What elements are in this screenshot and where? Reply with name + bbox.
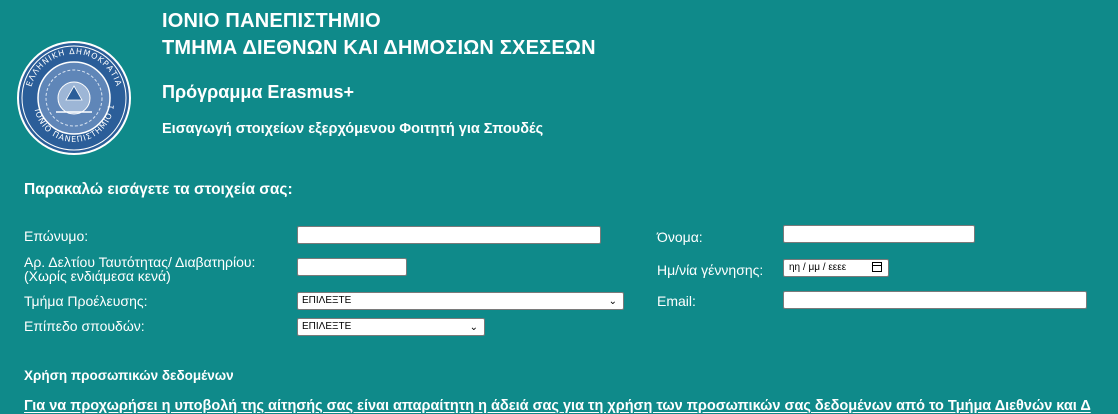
form-intro: Παρακαλώ εισάγετε τα στοιχεία σας:	[24, 181, 293, 198]
name-input[interactable]	[783, 225, 975, 243]
program-title: Πρόγραμμα Erasmus+	[162, 82, 354, 102]
email-input[interactable]	[783, 291, 1087, 309]
privacy-title: Χρήση προσωπικών δεδομένων	[24, 368, 234, 383]
surname-label: Επώνυμο:	[24, 228, 89, 244]
dob-placeholder: ηη / μμ / εεεε	[789, 262, 847, 273]
dob-input[interactable]: ηη / μμ / εεεε	[783, 259, 889, 277]
department-label: Τμήμα Προέλευσης:	[24, 293, 148, 309]
level-label: Επίπεδο σπουδών:	[24, 318, 145, 334]
department-select-value: ΕΠΙΛΕΞΤΕ	[302, 295, 352, 306]
university-seal-icon: ΕΛΛΗΝΙΚΗ ΔΗΜΟΚΡΑΤΙΑ ΙΟΝΙΟ ΠΑΝΕΠΙΣΤΗΜΙΟ 1…	[16, 40, 131, 155]
chevron-down-icon: ⌄	[608, 296, 617, 307]
privacy-consent-text[interactable]: Για να προχωρήσει η υποβολή της αίτησής …	[24, 398, 1091, 414]
dob-label: Ημ/νία γέννησης:	[657, 262, 764, 278]
chevron-down-icon: ⌄	[469, 322, 478, 333]
page-subtitle: Εισαγωγή στοιχείων εξερχόμενου Φοιτητή γ…	[162, 121, 544, 137]
id-label-line2: (Χωρίς ενδιάμεσα κενά)	[24, 268, 171, 284]
department-select[interactable]: ΕΠΙΛΕΞΤΕ ⌄	[297, 292, 624, 310]
id-number-input[interactable]	[297, 258, 407, 276]
email-label: Email:	[657, 293, 696, 309]
calendar-icon[interactable]	[872, 262, 882, 272]
department-name: ΤΜΗΜΑ ΔΙΕΘΝΩΝ ΚΑΙ ΔΗΜΟΣΙΩΝ ΣΧΕΣΕΩΝ	[162, 37, 596, 59]
level-select[interactable]: ΕΠΙΛΕΞΤΕ ⌄	[297, 318, 485, 336]
university-name: ΙΟΝΙΟ ΠΑΝΕΠΙΣΤΗΜΙΟ	[162, 10, 381, 32]
name-label: Όνομα:	[657, 229, 703, 245]
level-select-value: ΕΠΙΛΕΞΤΕ	[302, 321, 352, 332]
surname-input[interactable]	[297, 226, 601, 244]
